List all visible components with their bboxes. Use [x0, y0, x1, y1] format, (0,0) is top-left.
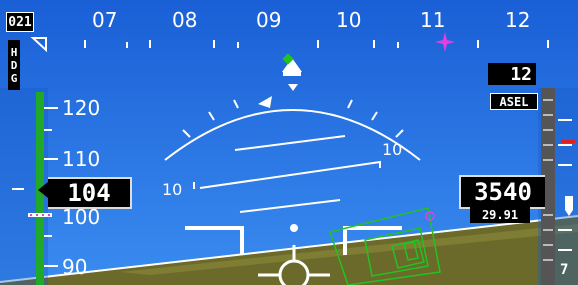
- heading-label-08: 08: [172, 8, 198, 32]
- pitch-label-right: 10: [382, 140, 403, 159]
- heading-label-09: 09: [256, 8, 282, 32]
- aircraft-reference-dot: [290, 224, 298, 232]
- pitch-label-left: 10: [162, 180, 183, 199]
- airspeed-label-90: 90: [62, 255, 88, 279]
- heading-mode-label: H D G: [8, 40, 20, 90]
- heading-label-12: 12: [505, 8, 531, 32]
- altitude-tape-label: 7: [560, 262, 569, 278]
- roll-pointer-base: [283, 72, 301, 76]
- heading-label-07: 07: [92, 8, 118, 32]
- airspeed-label-120: 120: [62, 96, 101, 120]
- airspeed-readout: 104: [48, 177, 132, 209]
- heading-mode-letter-d: D: [10, 58, 18, 72]
- heading-label-10: 10: [336, 8, 362, 32]
- altitude-readout: 3540: [459, 175, 545, 209]
- heading-bug-readout: 021: [6, 12, 34, 32]
- altitude-bug-marker: [561, 140, 575, 143]
- heading-mode-letter-g: G: [10, 71, 18, 85]
- primary-flight-display: [0, 0, 578, 285]
- heading-label-11: 11: [420, 8, 446, 32]
- baro-setting-readout: 29.91: [470, 207, 530, 223]
- selected-altitude-readout: 12: [488, 63, 536, 85]
- altitude-mode-annunciator: ASEL: [490, 93, 538, 110]
- airspeed-label-110: 110: [62, 147, 101, 171]
- heading-mode-letter-h: H: [10, 45, 18, 59]
